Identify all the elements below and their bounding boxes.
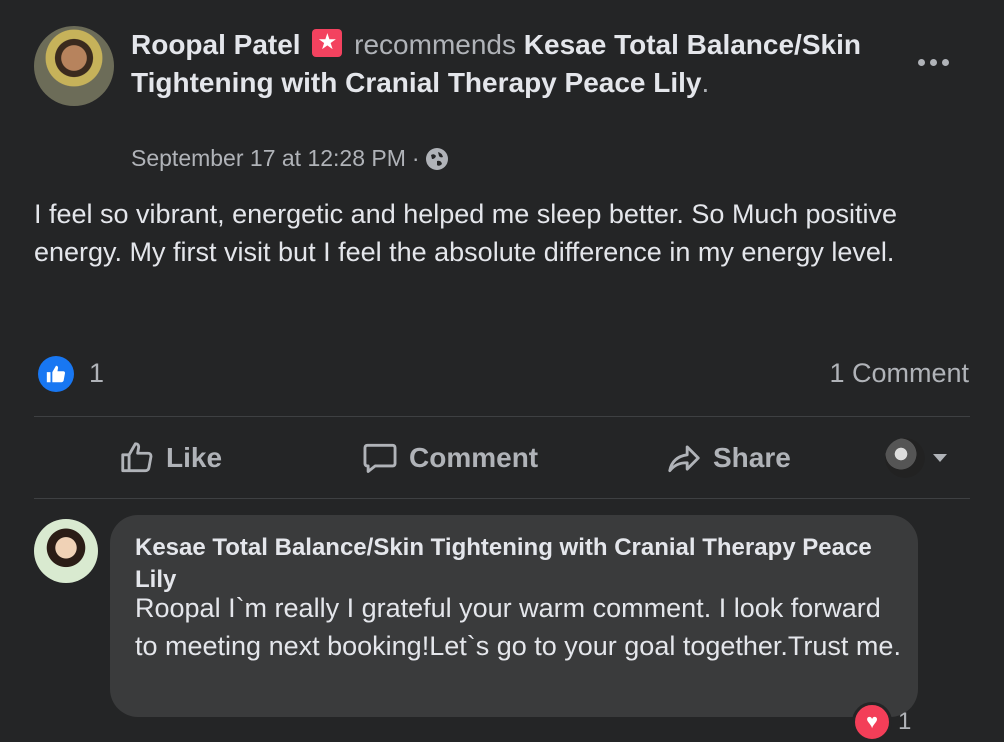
dot-icon (917, 58, 925, 66)
recommends-label: recommends (354, 29, 516, 60)
more-options-button[interactable] (905, 45, 961, 79)
current-user-avatar (885, 438, 925, 478)
comment-button[interactable]: Comment (361, 436, 538, 480)
like-button[interactable]: Like (118, 436, 222, 480)
commenter-avatar[interactable] (34, 519, 98, 583)
comment-author-link[interactable]: Kesae Total Balance/Skin Tightening with… (135, 532, 895, 596)
comment-reaction-summary[interactable]: ♥ 1 (852, 702, 911, 742)
dot-icon (941, 58, 949, 66)
share-button[interactable]: Share (665, 436, 791, 480)
like-button-label: Like (166, 442, 223, 473)
reaction-profile-selector[interactable] (885, 438, 947, 478)
post-meta: September 17 at 12:28 PM · (131, 145, 448, 172)
like-count[interactable]: 1 (89, 358, 104, 389)
caret-down-icon (933, 454, 947, 462)
meta-separator: · (411, 145, 420, 171)
comment-count-link[interactable]: 1 Comment (829, 358, 969, 389)
heart-reaction-icon: ♥ (852, 702, 892, 742)
globe-icon (425, 147, 448, 170)
post-timestamp[interactable]: September 17 at 12:28 PM (131, 145, 406, 172)
share-button-label: Share (713, 442, 791, 473)
author-name[interactable]: Roopal Patel (131, 29, 301, 60)
divider (34, 416, 970, 417)
divider (34, 498, 970, 499)
comment-text: Roopal I`m really I grateful your warm c… (135, 593, 901, 661)
author-avatar[interactable] (34, 26, 114, 106)
recommend-star-icon (312, 28, 343, 57)
share-arrow-icon (668, 445, 700, 473)
thumbs-up-icon (121, 442, 153, 473)
dot-icon (929, 58, 937, 66)
post-header: Roopal Patel recommends Kesae Total Bala… (131, 26, 911, 102)
like-reaction-icon[interactable] (38, 356, 74, 392)
comment-bubble: Kesae Total Balance/Skin Tightening with… (110, 515, 918, 717)
post-body: I feel so vibrant, energetic and helped … (34, 199, 898, 267)
comment-icon (363, 443, 397, 473)
header-period: . (701, 67, 710, 98)
comment-button-label: Comment (409, 442, 539, 473)
comment-reaction-count: 1 (898, 708, 912, 735)
